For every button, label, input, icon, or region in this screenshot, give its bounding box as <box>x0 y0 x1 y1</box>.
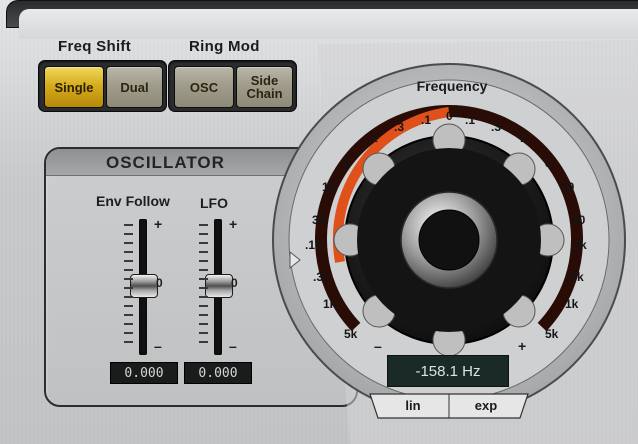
frequency-minus: – <box>374 338 382 354</box>
slider-tick <box>199 323 208 325</box>
slider-tick <box>199 233 208 235</box>
slider-tick <box>199 314 208 316</box>
slider-tick <box>124 341 133 343</box>
lin-mode-button[interactable]: lin <box>380 394 446 416</box>
slider-tick <box>124 278 133 280</box>
scale-label: 10 <box>561 180 575 194</box>
scale-label: 30 <box>312 213 326 227</box>
scale-label: 5k <box>344 327 358 341</box>
scale-label: 3 <box>343 156 350 170</box>
slider-tick <box>199 341 208 343</box>
slider-tick <box>199 224 208 226</box>
slider-tick <box>124 269 133 271</box>
frequency-plus: + <box>518 338 527 354</box>
scale-label: .3 <box>394 120 405 134</box>
slider-tick <box>124 305 133 307</box>
slider-tick <box>124 224 133 226</box>
frequency-readout[interactable]: -158.1 Hz <box>387 355 509 387</box>
slider-tick <box>199 251 208 253</box>
slider-tick <box>199 332 208 334</box>
scale-label: .3k <box>567 270 584 284</box>
frequency-title: Frequency <box>416 78 488 94</box>
slider-tick <box>199 242 208 244</box>
slider-tick <box>124 233 133 235</box>
slider-tick <box>199 287 208 289</box>
scale-label: 1 <box>371 131 378 145</box>
scale-label: .3 <box>491 120 502 134</box>
scale-label: .1 <box>421 113 432 127</box>
slider-tick <box>124 287 133 289</box>
slider-tick <box>124 323 133 325</box>
scale-label: .3k <box>313 270 330 284</box>
slider-tick <box>199 278 208 280</box>
slider-tick <box>124 251 133 253</box>
slider-tick <box>199 296 208 298</box>
scale-label: 30 <box>572 213 586 227</box>
scale-label: 10 <box>322 180 336 194</box>
scale-label: 1k <box>565 297 579 311</box>
slider-tick <box>124 332 133 334</box>
slider-tick <box>124 296 133 298</box>
slider-tick <box>199 305 208 307</box>
scale-label: 3 <box>545 156 552 170</box>
slider-tick <box>124 314 133 316</box>
scale-label: .1 <box>465 113 476 127</box>
scale-label: .1k <box>570 238 587 252</box>
slider-tick <box>124 242 133 244</box>
scale-label: 0 <box>446 109 453 123</box>
slider-tick <box>199 269 208 271</box>
ringshifter-panel: Freq Shift Single Dual Ring Mod OSC Side… <box>0 0 638 444</box>
slider-tick <box>199 260 208 262</box>
exp-mode-button[interactable]: exp <box>452 394 520 416</box>
slider-tick <box>124 260 133 262</box>
scale-label: 1 <box>520 131 527 145</box>
scale-label: .1k <box>305 238 322 252</box>
scale-label: 5k <box>545 327 559 341</box>
scale-label: 1k <box>323 297 337 311</box>
